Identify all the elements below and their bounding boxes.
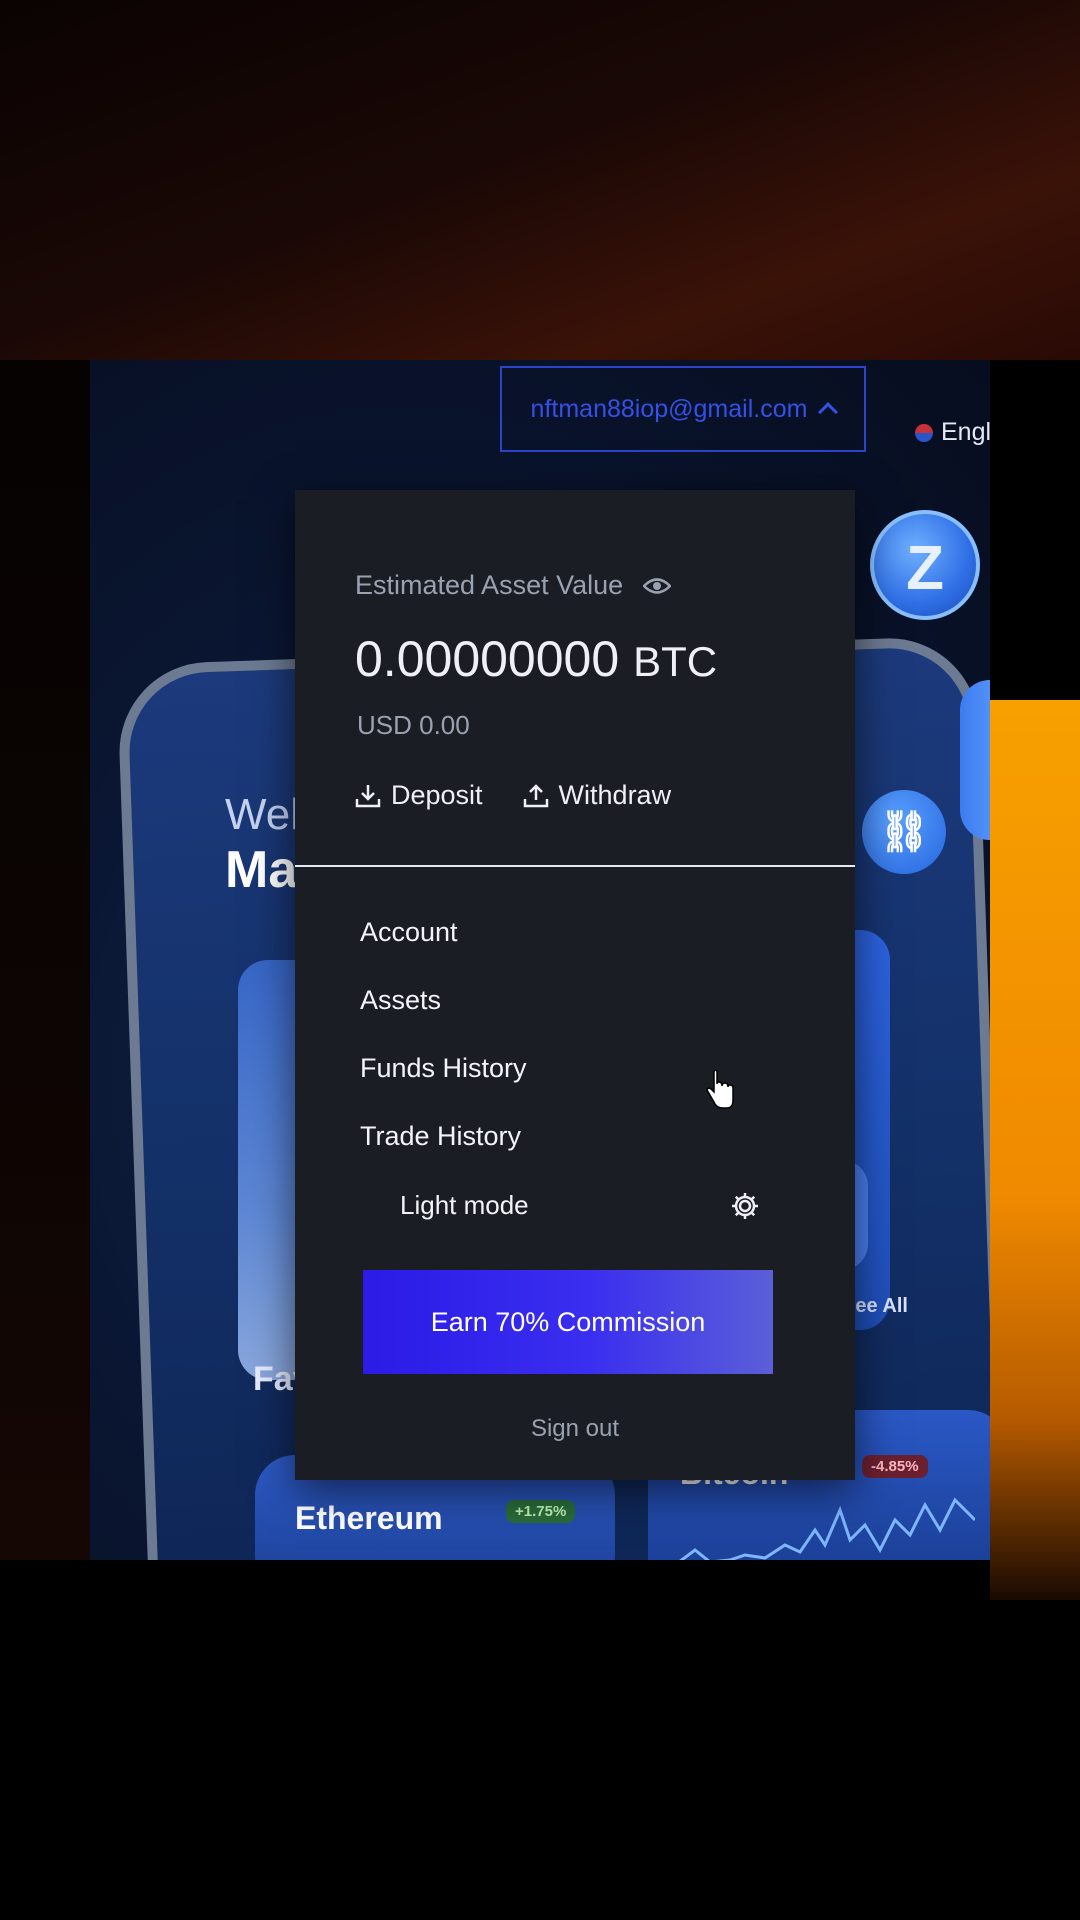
deposit-button[interactable]: Deposit bbox=[355, 780, 483, 811]
ethereum-change-badge: +1.75% bbox=[506, 1500, 576, 1523]
account-dropdown: Estimated Asset Value 0.00000000 BTC USD… bbox=[295, 490, 855, 1480]
ethereum-name: Ethereum bbox=[295, 1500, 443, 1536]
estimated-asset-label: Estimated Asset Value bbox=[355, 570, 624, 600]
estimated-asset-label-row: Estimated Asset Value bbox=[355, 570, 672, 601]
earn-commission-button[interactable]: Earn 70% Commission bbox=[363, 1270, 773, 1374]
flag-icon bbox=[915, 423, 933, 442]
monitor-screen: Z Wel Ma ⛓ 🔔︎ + dd See All Fav Ethereum … bbox=[90, 360, 990, 1560]
menu-item-funds-history[interactable]: Funds History bbox=[360, 1046, 527, 1114]
sign-out-link[interactable]: Sign out bbox=[295, 1415, 855, 1443]
dropdown-divider bbox=[295, 865, 855, 867]
photo-background-left bbox=[0, 360, 90, 1560]
chevron-up-icon bbox=[818, 402, 839, 422]
zcash-coin-icon: Z bbox=[870, 510, 980, 620]
account-menu-button[interactable]: nftman88iop@gmail.com bbox=[500, 366, 866, 452]
user-name-text: Ma bbox=[225, 841, 298, 899]
asset-unit: BTC bbox=[633, 638, 718, 685]
photo-background-right bbox=[990, 700, 1080, 1600]
coin-decoration bbox=[960, 680, 990, 840]
menu-item-trade-history[interactable]: Trade History bbox=[360, 1114, 527, 1182]
chainlink-coin-icon: ⛓ bbox=[862, 790, 946, 874]
language-selector[interactable]: Engli bbox=[915, 418, 990, 447]
pointer-cursor-icon bbox=[706, 1070, 734, 1109]
eye-icon[interactable] bbox=[643, 577, 672, 595]
language-label: Engli bbox=[941, 418, 990, 446]
welcome-text: Wel bbox=[225, 790, 300, 839]
asset-amount: 0.00000000 bbox=[355, 631, 620, 687]
light-mode-toggle[interactable]: Light mode bbox=[400, 1190, 529, 1221]
account-menu-list: Account Assets Funds History Trade Histo… bbox=[360, 910, 527, 1182]
withdraw-label: Withdraw bbox=[558, 780, 672, 810]
menu-item-assets[interactable]: Assets bbox=[360, 978, 527, 1046]
menu-item-account[interactable]: Account bbox=[360, 910, 527, 978]
asset-value: 0.00000000 BTC bbox=[355, 630, 717, 688]
asset-usd-value: USD 0.00 bbox=[357, 710, 470, 740]
deposit-label: Deposit bbox=[391, 780, 483, 810]
bitcoin-change-badge: -4.85% bbox=[862, 1455, 928, 1478]
upload-icon bbox=[523, 783, 548, 807]
withdraw-button[interactable]: Withdraw bbox=[523, 780, 672, 811]
photo-background-top bbox=[0, 0, 1080, 360]
account-email: nftman88iop@gmail.com bbox=[530, 394, 808, 423]
download-icon bbox=[355, 784, 381, 807]
gear-icon[interactable] bbox=[730, 1191, 760, 1221]
asset-actions: Deposit Withdraw bbox=[355, 780, 671, 811]
bitcoin-sparkline bbox=[679, 1497, 975, 1560]
light-mode-row: Light mode bbox=[400, 1190, 760, 1221]
